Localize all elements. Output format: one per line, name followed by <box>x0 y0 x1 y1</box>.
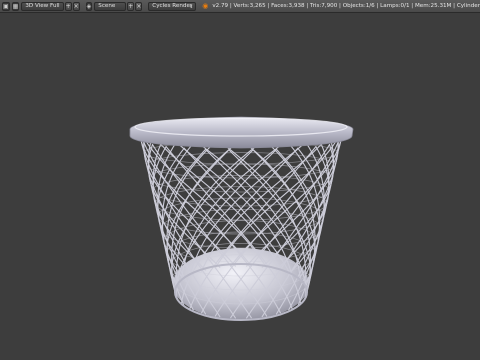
screen-layout-label: 3D View Full <box>25 3 60 9</box>
remove-layout-button[interactable]: × <box>72 1 80 11</box>
basket-mesh <box>140 129 342 319</box>
remove-scene-button[interactable]: × <box>135 1 143 11</box>
x-icon: × <box>136 2 142 10</box>
plus-icon: + <box>128 2 134 10</box>
dropdown-arrows-icon: ⬍ <box>189 4 194 10</box>
plus-icon: + <box>65 2 71 10</box>
editor-type-icon[interactable]: ▣ <box>2 1 10 11</box>
x-icon: × <box>73 2 79 10</box>
scene-label: Scene <box>98 3 116 9</box>
layout-browse-icon[interactable]: ▦ <box>11 1 20 11</box>
info-header: ▣ ▦ 3D View Full + × ◈ Scene + × Cycles … <box>0 0 480 13</box>
render-engine-label: Cycles Render <box>152 3 193 9</box>
blender-logo-icon: ◉ <box>202 2 209 10</box>
screen-layout-field[interactable]: 3D View Full <box>21 1 64 11</box>
scene-icon[interactable]: ◈ <box>85 1 93 11</box>
scene-stats: v2.79 | Verts:3,265 | Faces:3,938 | Tris… <box>212 3 480 9</box>
3d-viewport[interactable] <box>0 13 480 360</box>
add-layout-button[interactable]: + <box>64 1 72 11</box>
render-engine-dropdown[interactable]: Cycles Render ⬍ <box>148 1 197 11</box>
mesh-ring <box>151 175 331 207</box>
wastebasket-model[interactable] <box>129 116 354 321</box>
scene-field[interactable]: Scene <box>94 1 127 11</box>
add-scene-button[interactable]: + <box>127 1 135 11</box>
mesh-ring <box>146 152 336 179</box>
